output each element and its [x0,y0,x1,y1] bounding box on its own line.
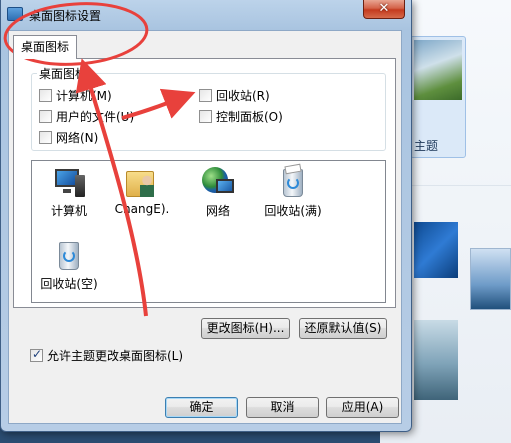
tab-desktop-icons[interactable]: 桌面图标 [13,35,77,59]
icon-caption: 回收站(满) [264,204,322,218]
checkbox-label: 回收站(R) [216,89,270,103]
checkbox-box[interactable] [39,110,52,123]
list-item-computer[interactable]: 计算机 [34,165,104,219]
checkbox-label: 控制面板(O) [216,110,283,124]
icon-caption: ChangE). [114,202,170,216]
checkbox-user-files[interactable]: 用户的文件(U) [39,108,134,125]
list-item-recycle-bin-full[interactable]: 回收站(满) [258,163,328,219]
wallpaper-thumbnail[interactable] [414,320,458,400]
checkbox-allow-themes[interactable]: 允许主题更改桌面图标(L) [30,347,183,364]
checkbox-label: 用户的文件(U) [56,110,135,124]
checkbox-computer[interactable]: 计算机(M) [39,87,112,104]
checkbox-box[interactable] [199,89,212,102]
apply-button[interactable]: 应用(A) [326,397,399,418]
cancel-button[interactable]: 取消 [246,397,319,418]
network-icon [198,165,238,199]
close-button[interactable]: ✕ [363,0,405,19]
wallpaper-thumbnail[interactable] [470,248,511,310]
checkbox-network[interactable]: 网络(N) [39,129,98,146]
recycle-bin-full-icon [273,163,313,199]
theme-label: 主题 [414,139,439,153]
restore-default-button[interactable]: 还原默认值(S) [299,318,387,339]
checkbox-label: 网络(N) [56,131,99,145]
dialog-title: 桌面图标设置 [29,9,102,23]
group-label: 桌面图标 [37,65,90,82]
recycle-bin-empty-icon [49,238,89,272]
icon-caption: 网络 [205,204,230,218]
list-item-recycle-bin-empty[interactable]: 回收站(空) [34,238,104,292]
checkbox-box[interactable] [199,110,212,123]
checkbox-box[interactable] [39,89,52,102]
list-item-user-folder[interactable]: ChangE). [107,165,177,216]
icon-caption: 回收站(空) [40,277,98,291]
checkbox-label: 允许主题更改桌面图标(L) [47,349,184,363]
checkbox-label: 计算机(M) [56,89,112,103]
change-icon-button[interactable]: 更改图标(H)... [201,318,290,339]
checkbox-box[interactable] [39,131,52,144]
checkbox-control-panel[interactable]: 控制面板(O) [199,108,283,125]
computer-icon [49,165,89,199]
checkbox-box[interactable] [30,347,43,362]
window-icon [7,7,23,21]
wallpaper-thumbnail[interactable] [414,222,458,278]
title-bar[interactable]: 桌面图标设置 ✕ [1,0,411,30]
user-folder-icon [122,165,162,199]
ok-button[interactable]: 确定 [165,397,238,418]
icon-caption: 计算机 [50,204,87,218]
list-item-network[interactable]: 网络 [183,165,253,219]
theme-preview-image [414,40,462,100]
checkbox-recycle-bin[interactable]: 回收站(R) [199,87,270,104]
